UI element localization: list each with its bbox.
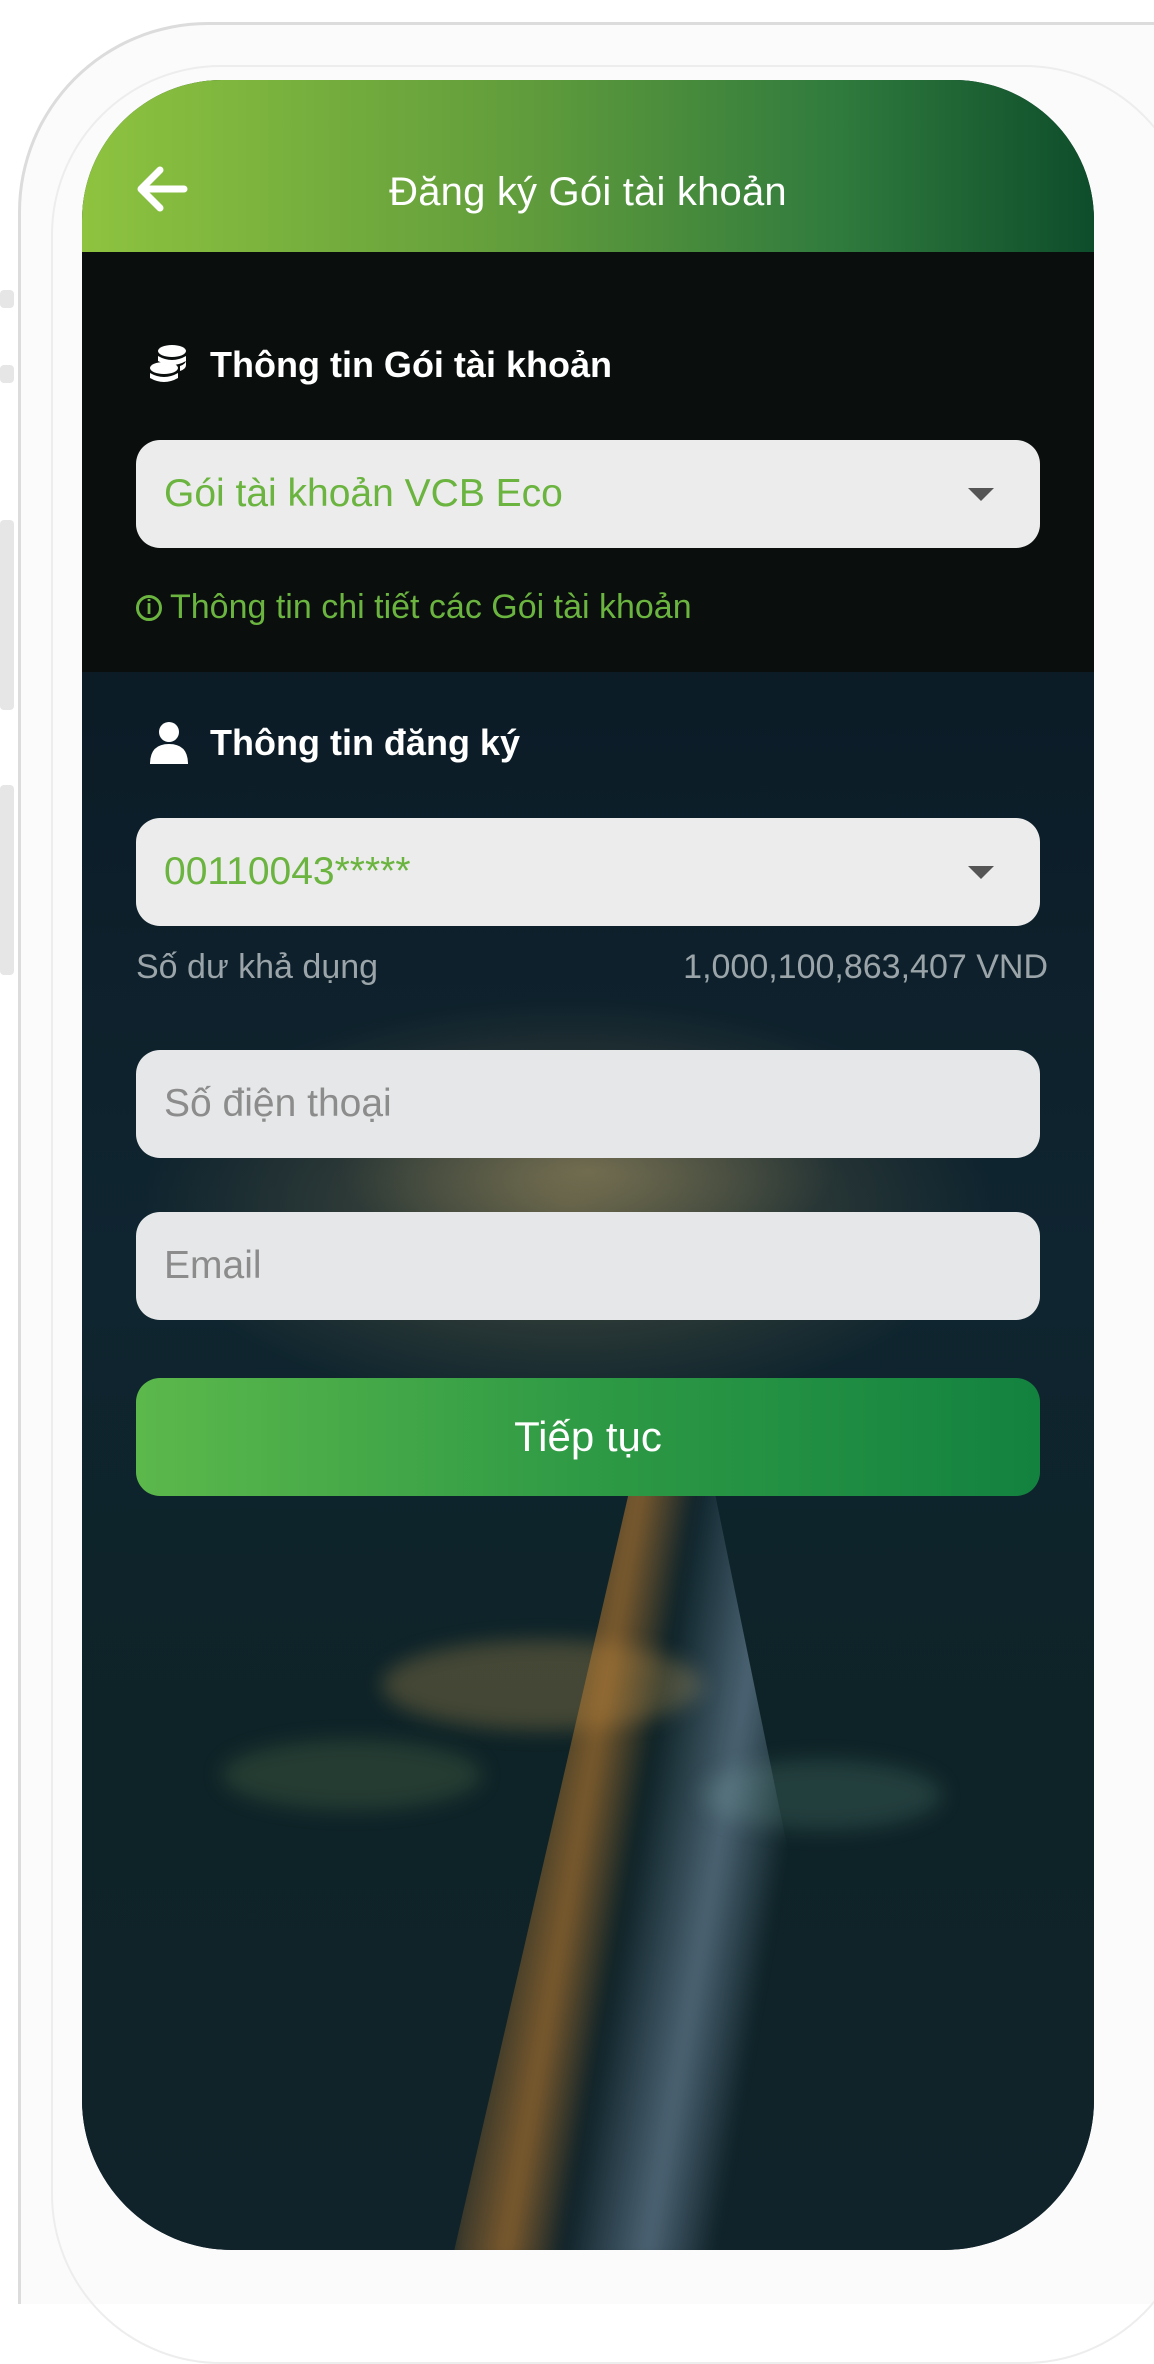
balance-label: Số dư khả dụng	[136, 948, 379, 986]
app-screen: Đăng ký Gói tài khoản Thông tin Gói tài …	[82, 80, 1094, 2250]
balance-row: Số dư khả dụng 1,000,100,863,407 VND	[136, 948, 1048, 987]
device-side-button	[0, 290, 14, 308]
registration-section-title: Thông tin đăng ký	[146, 720, 520, 766]
account-select-value: 00110043*****	[164, 850, 411, 893]
page-title: Đăng ký Gói tài khoản	[389, 170, 787, 214]
package-detail-link[interactable]: i Thông tin chi tiết các Gói tài khoản	[136, 588, 692, 627]
device-volume-button	[0, 520, 14, 710]
phone-input[interactable]: Số điện thoại	[136, 1050, 1040, 1158]
package-select[interactable]: Gói tài khoản VCB Eco	[136, 440, 1040, 548]
phone-placeholder: Số điện thoại	[164, 1082, 392, 1125]
package-select-value: Gói tài khoản VCB Eco	[164, 472, 563, 515]
email-placeholder: Email	[164, 1244, 262, 1287]
email-input[interactable]: Email	[136, 1212, 1040, 1320]
info-icon: i	[136, 594, 162, 621]
package-detail-link-text: Thông tin chi tiết các Gói tài khoản	[170, 588, 692, 626]
balance-value: 1,000,100,863,407 VND	[683, 948, 1048, 986]
caret-down-icon	[968, 487, 994, 501]
account-select[interactable]: 00110043*****	[136, 818, 1040, 926]
coins-stack-icon	[150, 345, 186, 382]
device-volume-button	[0, 785, 14, 975]
caret-down-icon	[968, 865, 994, 879]
device-side-button	[0, 365, 14, 383]
package-section-title: Thông tin Gói tài khoản	[146, 342, 612, 388]
package-section-label: Thông tin Gói tài khoản	[210, 344, 612, 385]
app-header: Đăng ký Gói tài khoản	[82, 80, 1094, 252]
continue-button-label: Tiếp tục	[514, 1413, 662, 1460]
continue-button[interactable]: Tiếp tục	[136, 1378, 1040, 1496]
registration-section-label: Thông tin đăng ký	[210, 722, 520, 763]
user-icon	[150, 722, 188, 764]
background-light	[222, 1740, 482, 1810]
